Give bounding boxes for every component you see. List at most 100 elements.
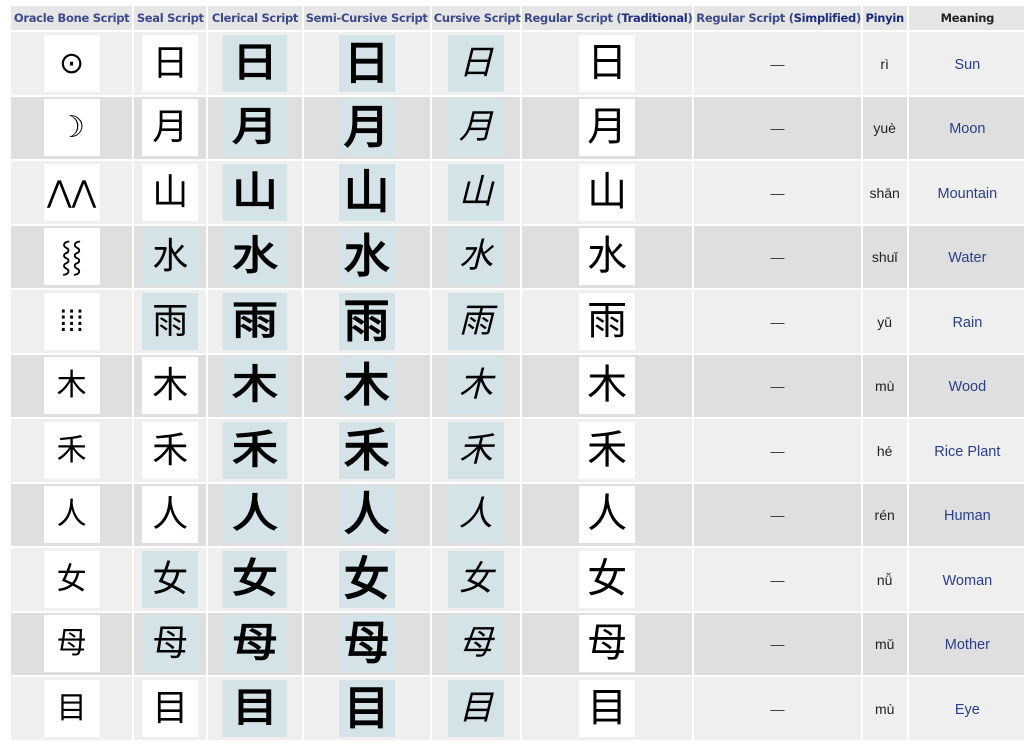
cursive-glyph-image[interactable]: 雨 xyxy=(447,292,504,350)
header-regular-simplified[interactable]: Regular Script (Simplified) xyxy=(694,6,861,30)
semi-cursive-glyph-image[interactable]: 木 xyxy=(338,357,395,415)
cell-traditional: 禾 xyxy=(521,419,693,482)
cell-semi-cursive: 木 xyxy=(303,354,430,417)
seal-glyph-image[interactable]: 目 xyxy=(142,679,199,737)
seal-glyph-image[interactable]: 月 xyxy=(142,99,199,157)
traditional-glyph-image[interactable]: 日 xyxy=(579,34,636,92)
cell-semi-cursive: 女 xyxy=(303,548,430,611)
header-pinyin[interactable]: Pinyin xyxy=(862,6,907,30)
cursive-glyph-image[interactable]: 日 xyxy=(447,34,504,92)
clerical-glyph-image[interactable]: 水 xyxy=(222,228,288,286)
seal-glyph-image[interactable]: 雨 xyxy=(142,292,199,350)
semi-cursive-glyph-image[interactable]: 禾 xyxy=(338,421,395,479)
seal-glyph-image[interactable]: 山 xyxy=(142,163,199,221)
meaning-link[interactable]: Mother xyxy=(945,637,990,653)
cursive-glyph-image[interactable]: 人 xyxy=(447,486,504,544)
cursive-glyph-image[interactable]: 禾 xyxy=(447,421,504,479)
oracle-glyph-image[interactable]: 女 xyxy=(43,550,100,608)
clerical-glyph-image[interactable]: 女 xyxy=(222,550,288,608)
traditional-glyph-image[interactable]: 禾 xyxy=(579,421,636,479)
seal-glyph-image[interactable]: 禾 xyxy=(142,421,199,479)
meaning-link[interactable]: Wood xyxy=(949,379,987,395)
seal-glyph-image[interactable]: 母 xyxy=(142,615,199,673)
cursive-glyph-image[interactable]: 女 xyxy=(447,550,504,608)
cursive-glyph-image[interactable]: 月 xyxy=(447,99,504,157)
oracle-glyph-image[interactable]: ⊙ xyxy=(43,34,100,92)
header-seal-script[interactable]: Seal Script xyxy=(134,6,207,30)
semi-cursive-glyph-image[interactable]: 日 xyxy=(338,34,395,92)
semi-cursive-glyph-image[interactable]: 月 xyxy=(338,99,395,157)
clerical-glyph-image[interactable]: 木 xyxy=(222,357,288,415)
semi-cursive-glyph-image[interactable]: 雨 xyxy=(338,292,395,350)
cell-clerical: 山 xyxy=(208,161,302,224)
cursive-glyph-image[interactable]: 水 xyxy=(447,228,504,286)
oracle-glyph-image[interactable]: 母 xyxy=(43,615,100,673)
oracle-glyph-image[interactable]: ⋀⋀ xyxy=(43,163,100,221)
semi-cursive-glyph-image[interactable]: 水 xyxy=(338,228,395,286)
meaning-link[interactable]: Moon xyxy=(949,121,985,137)
cell-seal: 禾 xyxy=(134,419,207,482)
header-regular-traditional[interactable]: Regular Script (Traditional) xyxy=(521,6,693,30)
traditional-glyph-image[interactable]: 木 xyxy=(579,357,636,415)
meaning-link[interactable]: Rain xyxy=(952,315,982,331)
oracle-glyph-image[interactable]: 禾 xyxy=(43,421,100,479)
traditional-glyph-image[interactable]: 人 xyxy=(579,486,636,544)
oracle-glyph-image[interactable]: ⁞⁞⁞ xyxy=(43,292,100,350)
oracle-glyph-image[interactable]: ⸾⸾ xyxy=(43,228,100,286)
cell-seal: 雨 xyxy=(134,290,207,353)
traditional-glyph-image[interactable]: 母 xyxy=(579,615,636,673)
meaning-link[interactable]: Mountain xyxy=(938,186,998,202)
semi-cursive-glyph-image[interactable]: 母 xyxy=(338,615,395,673)
meaning-link[interactable]: Water xyxy=(948,250,986,266)
semi-cursive-glyph-image[interactable]: 目 xyxy=(338,679,395,737)
table-row-rain: ⁞⁞⁞ 雨 雨 雨 雨 雨 — yǔ Rain xyxy=(11,290,1024,353)
clerical-glyph-image[interactable]: 山 xyxy=(222,163,288,221)
semi-cursive-glyph-image[interactable]: 女 xyxy=(338,550,395,608)
traditional-glyph-image[interactable]: 水 xyxy=(579,228,636,286)
oracle-glyph-image[interactable]: 木 xyxy=(43,357,100,415)
seal-glyph-image[interactable]: 女 xyxy=(142,550,199,608)
clerical-glyph-image[interactable]: 雨 xyxy=(222,292,288,350)
traditional-glyph-image[interactable]: 女 xyxy=(579,550,636,608)
cell-simplified: — xyxy=(694,677,861,740)
oracle-glyph-image[interactable]: 目 xyxy=(43,679,100,737)
cursive-glyph-image[interactable]: 山 xyxy=(447,163,504,221)
header-simplified-link[interactable]: Simplified xyxy=(794,11,857,25)
cell-oracle: 禾 xyxy=(11,419,133,482)
simplified-value: — xyxy=(770,507,785,524)
simplified-value: — xyxy=(770,55,785,72)
traditional-glyph-image[interactable]: 山 xyxy=(579,163,636,221)
clerical-glyph-image[interactable]: 禾 xyxy=(222,421,288,479)
traditional-glyph-image[interactable]: 月 xyxy=(579,99,636,157)
clerical-glyph-image[interactable]: 人 xyxy=(222,486,288,544)
cursive-glyph-image[interactable]: 木 xyxy=(447,357,504,415)
meaning-link[interactable]: Woman xyxy=(943,573,993,589)
traditional-glyph-image[interactable]: 目 xyxy=(579,679,636,737)
meaning-link[interactable]: Rice Plant xyxy=(934,444,1000,460)
header-cursive-script[interactable]: Cursive Script xyxy=(431,6,521,30)
header-oracle-bone-script[interactable]: Oracle Bone Script xyxy=(11,6,133,30)
clerical-glyph-image[interactable]: 日 xyxy=(222,34,288,92)
clerical-glyph-image[interactable]: 月 xyxy=(222,99,288,157)
header-semi-cursive-script[interactable]: Semi-Cursive Script xyxy=(303,6,430,30)
oracle-glyph-image[interactable]: ☽ xyxy=(43,99,100,157)
seal-glyph-image[interactable]: 日 xyxy=(142,34,199,92)
cursive-glyph-image[interactable]: 母 xyxy=(447,615,504,673)
semi-cursive-glyph-image[interactable]: 人 xyxy=(338,486,395,544)
header-traditional-link[interactable]: Traditional xyxy=(621,11,687,25)
seal-glyph-image[interactable]: 水 xyxy=(142,228,199,286)
clerical-glyph-image[interactable]: 目 xyxy=(222,679,288,737)
cell-clerical: 木 xyxy=(208,354,302,417)
meaning-link[interactable]: Sun xyxy=(954,57,980,73)
meaning-link[interactable]: Human xyxy=(944,508,991,524)
semi-cursive-glyph-image[interactable]: 山 xyxy=(338,163,395,221)
cursive-glyph-image[interactable]: 目 xyxy=(447,679,504,737)
traditional-glyph-image[interactable]: 雨 xyxy=(579,292,636,350)
clerical-glyph-image[interactable]: 母 xyxy=(222,615,288,673)
header-clerical-script[interactable]: Clerical Script xyxy=(208,6,302,30)
seal-glyph-image[interactable]: 人 xyxy=(142,486,199,544)
oracle-glyph-image[interactable]: 人 xyxy=(43,486,100,544)
meaning-link[interactable]: Eye xyxy=(955,702,980,718)
simplified-value: — xyxy=(770,700,785,717)
seal-glyph-image[interactable]: 木 xyxy=(142,357,199,415)
